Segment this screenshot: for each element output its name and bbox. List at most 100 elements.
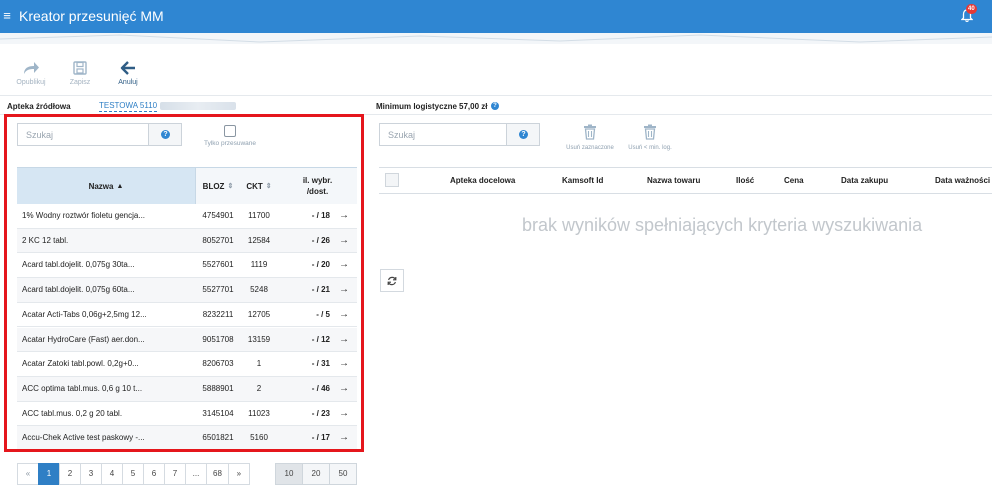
bloz-cell: 5527601	[202, 260, 234, 270]
quantity-cell: - / 20	[311, 260, 330, 270]
refresh-button[interactable]	[380, 269, 404, 292]
trash-icon	[584, 124, 596, 140]
only-moved-label: Tylko przesuwane	[203, 140, 257, 147]
delete-below-minimum-button[interactable]: Usuń < min. log.	[620, 124, 680, 151]
save-button[interactable]: Zapisz	[60, 60, 100, 90]
source-pharmacy-selector[interactable]: TESTOWA 5110	[99, 101, 158, 112]
table-row[interactable]: Acatar Acti-Tabs 0,06g+2,5mg 12... 823221…	[17, 302, 357, 328]
only-moved-checkbox[interactable]	[224, 125, 236, 137]
trash-icon	[644, 124, 656, 140]
product-name-cell: Acatar Zatoki tabl.powl. 0,2g+0...	[22, 359, 139, 369]
hamburger-menu-icon[interactable]: ≡	[0, 8, 14, 24]
pagination-page-button[interactable]: 1	[38, 463, 60, 485]
ckt-cell: 1119	[250, 260, 268, 270]
delete-selected-button[interactable]: Usuń zaznaczone	[560, 124, 620, 151]
pagination-prev-button[interactable]: «	[17, 463, 39, 485]
product-name-cell: 2 KC 12 tabl.	[22, 235, 69, 245]
move-arrow-icon[interactable]: →	[337, 278, 351, 302]
empty-results-message: brak wyników spełniających kryteria wysz…	[522, 215, 923, 235]
sort-ascending-icon: ▲	[116, 182, 124, 190]
page-size-button[interactable]: 10	[275, 463, 303, 485]
column-header-target-pharmacy[interactable]: Apteka docelowa	[450, 168, 515, 194]
bloz-cell: 3145104	[202, 408, 234, 418]
move-arrow-icon[interactable]: →	[337, 426, 351, 450]
header-decoration	[0, 33, 992, 44]
product-search: ?	[17, 123, 182, 146]
move-arrow-icon[interactable]: →	[337, 377, 351, 401]
quantity-cell: - / 21	[311, 285, 330, 295]
logistic-minimum-label: Minimum logistyczne	[376, 102, 457, 111]
page-size-button[interactable]: 20	[302, 463, 330, 485]
help-icon: ?	[161, 130, 170, 139]
logistic-minimum-value: 57,00 zł	[459, 102, 488, 111]
column-header-price[interactable]: Cena	[784, 168, 804, 194]
bloz-cell: 5888901	[202, 383, 234, 393]
publish-button[interactable]: Opublikuj	[11, 60, 51, 90]
column-header-expiry-date[interactable]: Data ważności	[935, 168, 990, 194]
help-icon[interactable]: ?	[491, 102, 499, 110]
move-arrow-icon[interactable]: →	[337, 229, 351, 253]
quantity-cell: - / 26	[311, 235, 330, 245]
pagination-page-button[interactable]: 68	[206, 463, 229, 485]
share-arrow-icon	[24, 62, 39, 74]
move-arrow-icon[interactable]: →	[337, 253, 351, 277]
product-name-cell: 1% Wodny roztwór fioletu gencja...	[22, 211, 146, 220]
column-header-name[interactable]: Nazwa ▲	[17, 168, 196, 204]
bloz-cell: 8052701	[202, 235, 234, 245]
bloz-cell: 8206703	[202, 359, 234, 369]
ckt-cell: 12584	[247, 235, 271, 245]
product-name-cell: Acatar HydroCare (Fast) aer.don...	[22, 334, 145, 344]
toolbar-divider	[0, 95, 992, 96]
transfer-search-input[interactable]	[380, 124, 508, 145]
column-header-ckt[interactable]: CKT ⇕	[240, 168, 278, 204]
pagination-page-button[interactable]: 3	[80, 463, 102, 485]
column-header-quantity: il. wybr./dost.	[278, 168, 357, 204]
sort-icon: ⇕	[265, 182, 272, 190]
move-arrow-icon[interactable]: →	[337, 204, 351, 228]
column-header-kamsoft-id[interactable]: Kamsoft Id	[562, 168, 603, 194]
table-row[interactable]: Acatar HydroCare (Fast) aer.don... 905170…	[17, 327, 357, 353]
source-pharmacy-redacted	[160, 102, 236, 110]
search-help-button[interactable]: ?	[506, 124, 539, 145]
pagination-page-button[interactable]: 2	[59, 463, 81, 485]
column-header-quantity[interactable]: Ilość	[736, 168, 754, 194]
table-row[interactable]: Acard tabl.dojelit. 0,075g 30ta... 552760…	[17, 253, 357, 279]
ckt-cell: 12705	[247, 309, 271, 319]
search-help-button[interactable]: ?	[148, 124, 181, 145]
column-header-purchase-date[interactable]: Data zakupu	[841, 168, 888, 194]
select-all-checkbox[interactable]	[385, 173, 399, 187]
move-arrow-icon[interactable]: →	[337, 402, 351, 426]
pagination-page-button[interactable]: 5	[122, 463, 144, 485]
ckt-cell: 2	[256, 383, 262, 393]
only-moved-toggle[interactable]: Tylko przesuwane	[202, 125, 258, 147]
move-arrow-icon[interactable]: →	[337, 352, 351, 376]
move-arrow-icon[interactable]: →	[337, 303, 351, 327]
table-row[interactable]: Acard tabl.dojelit. 0,075g 60ta... 552770…	[17, 278, 357, 303]
column-header-product-name[interactable]: Nazwa towaru	[647, 168, 700, 194]
arrow-left-icon	[120, 61, 135, 75]
pagination-next-button[interactable]: »	[227, 463, 250, 485]
table-row[interactable]: 2 KC 12 tabl. 8052701 12584 - / 26 →	[17, 228, 357, 254]
quantity-cell: - / 12	[311, 334, 330, 344]
table-row[interactable]: Accu-Chek Active test paskowy -... 650182…	[17, 426, 357, 451]
table-row[interactable]: ACC tabl.mus. 0,2 g 20 tabl. 3145104 11023…	[17, 401, 357, 427]
column-header-bloz[interactable]: BLOZ ⇕	[196, 168, 240, 204]
pagination-page-button[interactable]: ...	[185, 463, 207, 485]
transfer-table-header: Apteka docelowa Kamsoft Id Nazwa towaru …	[379, 167, 992, 194]
move-arrow-icon[interactable]: →	[337, 328, 351, 352]
pagination-page-button[interactable]: 6	[143, 463, 165, 485]
ckt-cell: 13159	[247, 334, 271, 344]
product-search-input[interactable]	[18, 124, 150, 145]
table-row[interactable]: 1% Wodny roztwór fioletu gencja... 475490…	[17, 204, 357, 229]
cancel-button[interactable]: Anuluj	[108, 60, 148, 90]
pagination-page-button[interactable]: 4	[101, 463, 123, 485]
page-size-button[interactable]: 50	[329, 463, 357, 485]
quantity-cell: - / 5	[316, 309, 330, 319]
table-row[interactable]: Acatar Zatoki tabl.powl. 0,2g+0... 820670…	[17, 352, 357, 377]
section-divider	[0, 114, 992, 115]
product-name-cell: Accu-Chek Active test paskowy -...	[22, 433, 145, 443]
product-name-cell: ACC tabl.mus. 0,2 g 20 tabl.	[22, 408, 123, 418]
table-row[interactable]: ACC optima tabl.mus. 0,6 g 10 t... 588890…	[17, 376, 357, 402]
ckt-cell: 1	[256, 359, 262, 369]
pagination-page-button[interactable]: 7	[164, 463, 186, 485]
